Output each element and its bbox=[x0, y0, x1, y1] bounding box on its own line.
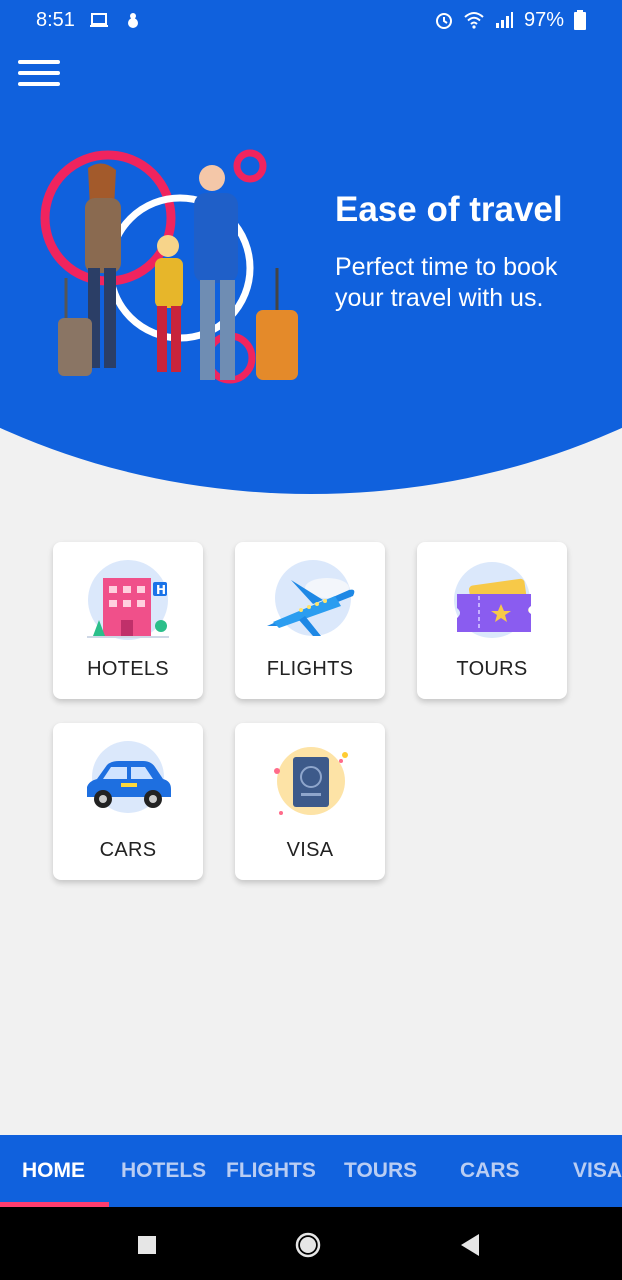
tab-cars[interactable]: CARS bbox=[460, 1159, 520, 1183]
category-card-tours[interactable]: TOURS bbox=[417, 542, 567, 699]
system-nav-bar bbox=[0, 1207, 622, 1280]
alarm-icon bbox=[435, 13, 452, 29]
home-icon[interactable] bbox=[295, 1232, 321, 1258]
battery-icon bbox=[574, 10, 586, 30]
hero-banner[interactable]: Ease of travel Perfect time to book your… bbox=[0, 40, 622, 500]
wifi-icon bbox=[464, 12, 484, 29]
tab-tours[interactable]: TOURS bbox=[344, 1159, 417, 1183]
category-label: HOTELS bbox=[87, 658, 169, 680]
family-travel-illustration bbox=[40, 149, 298, 384]
hotel-icon: H bbox=[87, 560, 169, 640]
category-label: VISA bbox=[286, 839, 334, 861]
tab-visa[interactable]: VISA bbox=[573, 1159, 622, 1183]
category-card-cars[interactable]: CARS bbox=[53, 723, 203, 880]
tab-hotels[interactable]: HOTELS bbox=[121, 1159, 206, 1183]
bottom-tab-bar: HOME HOTELS FLIGHTS TOURS CARS VISA bbox=[0, 1135, 622, 1207]
category-card-hotels[interactable]: H HOTELS bbox=[53, 542, 203, 699]
category-card-visa[interactable]: VISA bbox=[235, 723, 385, 880]
category-label: FLIGHTS bbox=[266, 658, 354, 680]
ticket-icon bbox=[454, 562, 531, 638]
laptop-icon bbox=[89, 13, 108, 27]
status-bar: 8:51 97% bbox=[0, 0, 622, 40]
status-time: 8:51 bbox=[36, 8, 75, 31]
category-card-flights[interactable]: FLIGHTS bbox=[235, 542, 385, 699]
tab-flights[interactable]: FLIGHTS bbox=[226, 1159, 316, 1183]
menu-icon[interactable] bbox=[18, 60, 62, 88]
car-icon bbox=[87, 741, 171, 813]
passport-icon bbox=[274, 747, 348, 815]
signal-icon bbox=[495, 12, 513, 28]
battery-percent: 97% bbox=[523, 8, 564, 31]
category-label: TOURS bbox=[456, 658, 528, 680]
recents-icon[interactable] bbox=[137, 1235, 157, 1255]
bug-icon bbox=[127, 13, 138, 28]
airplane-icon bbox=[267, 560, 355, 636]
hero-title: Ease of travel bbox=[335, 190, 563, 229]
tab-home[interactable]: HOME bbox=[22, 1159, 85, 1183]
category-label: CARS bbox=[99, 839, 157, 861]
hero-subtitle: Perfect time to book your travel with us… bbox=[335, 253, 558, 312]
back-icon[interactable] bbox=[459, 1233, 481, 1257]
svg-text:H: H bbox=[156, 583, 166, 597]
